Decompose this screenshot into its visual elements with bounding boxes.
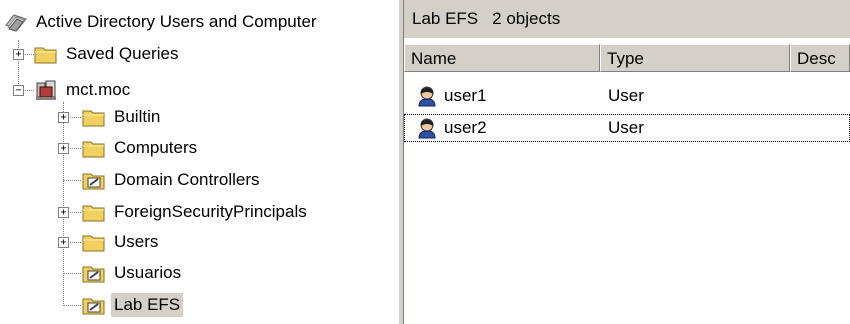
column-headers: Name Type Desc [404,44,850,72]
tree-item-foreignsecurityprincipals[interactable]: ForeignSecurityPrincipals [82,198,310,226]
ad-snapin-icon [5,14,27,32]
table-row[interactable]: user2 User [404,114,850,142]
folder-icon [82,110,105,127]
user-icon [418,86,436,107]
organizational-unit-icon [82,298,105,315]
expand-builtin-button[interactable]: + [58,112,69,123]
folder-icon [82,141,105,158]
tree-line [63,273,81,274]
tree-item-lab-efs[interactable]: Lab EFS [82,291,184,319]
tree-item-label: Builtin [114,107,161,126]
tree-item-label: ForeignSecurityPrincipals [114,202,307,221]
tree-item-label: Users [114,232,159,251]
tree-item-label: Domain Controllers [114,170,260,189]
domain-icon [36,80,56,100]
tree-item-label: Usuarios [114,263,182,282]
organizational-unit-icon [82,266,105,283]
expand-foreignsecurityprincipals-button[interactable]: + [58,207,69,218]
column-header-type[interactable]: Type [600,44,790,72]
tree-item-domain[interactable]: mct.moc [34,76,133,104]
column-header-description[interactable]: Desc [790,44,850,72]
row-type: User [608,86,644,105]
row-type: User [608,118,644,137]
folder-icon [82,205,105,222]
tree-item-saved-queries[interactable]: Saved Queries [34,40,181,68]
expand-saved-queries-button[interactable]: + [13,49,24,60]
tree-item-label: mct.moc [66,80,131,99]
tree-item-users[interactable]: Users [82,228,161,256]
tree-root-label: Active Directory Users and Computer [36,12,317,31]
tree-line [63,180,81,181]
column-header-name[interactable]: Name [404,44,600,72]
tree-line [63,102,64,306]
tree-root-node[interactable]: Active Directory Users and Computer [4,8,320,36]
console-tree[interactable]: + − + + + + Active Directory Users and C… [0,0,398,324]
tree-line [63,305,81,306]
tree-item-computers[interactable]: Computers [82,134,200,162]
expand-users-button[interactable]: + [58,237,69,248]
details-pane: Lab EFS 2 objects Name Type Desc user1 U… [404,0,850,324]
tree-item-usuarios[interactable]: Usuarios [82,259,184,287]
details-header: Lab EFS 2 objects [404,0,850,38]
row-name: user2 [444,118,487,137]
container-title: Lab EFS [412,9,479,28]
tree-item-label: Saved Queries [66,44,179,63]
tree-item-label: Computers [114,138,198,157]
object-count: 2 objects [492,9,561,28]
folder-icon [34,47,57,64]
row-name: user1 [444,86,487,105]
tree-item-label: Lab EFS [111,293,184,317]
table-row[interactable]: user1 User [404,82,850,110]
expand-computers-button[interactable]: + [58,143,69,154]
tree-item-builtin[interactable]: Builtin [82,103,163,131]
user-icon [418,118,436,139]
tree-item-domain-controllers[interactable]: Domain Controllers [82,166,263,194]
collapse-domain-button[interactable]: − [13,85,24,96]
organizational-unit-icon [82,173,105,190]
folder-icon [82,235,105,252]
